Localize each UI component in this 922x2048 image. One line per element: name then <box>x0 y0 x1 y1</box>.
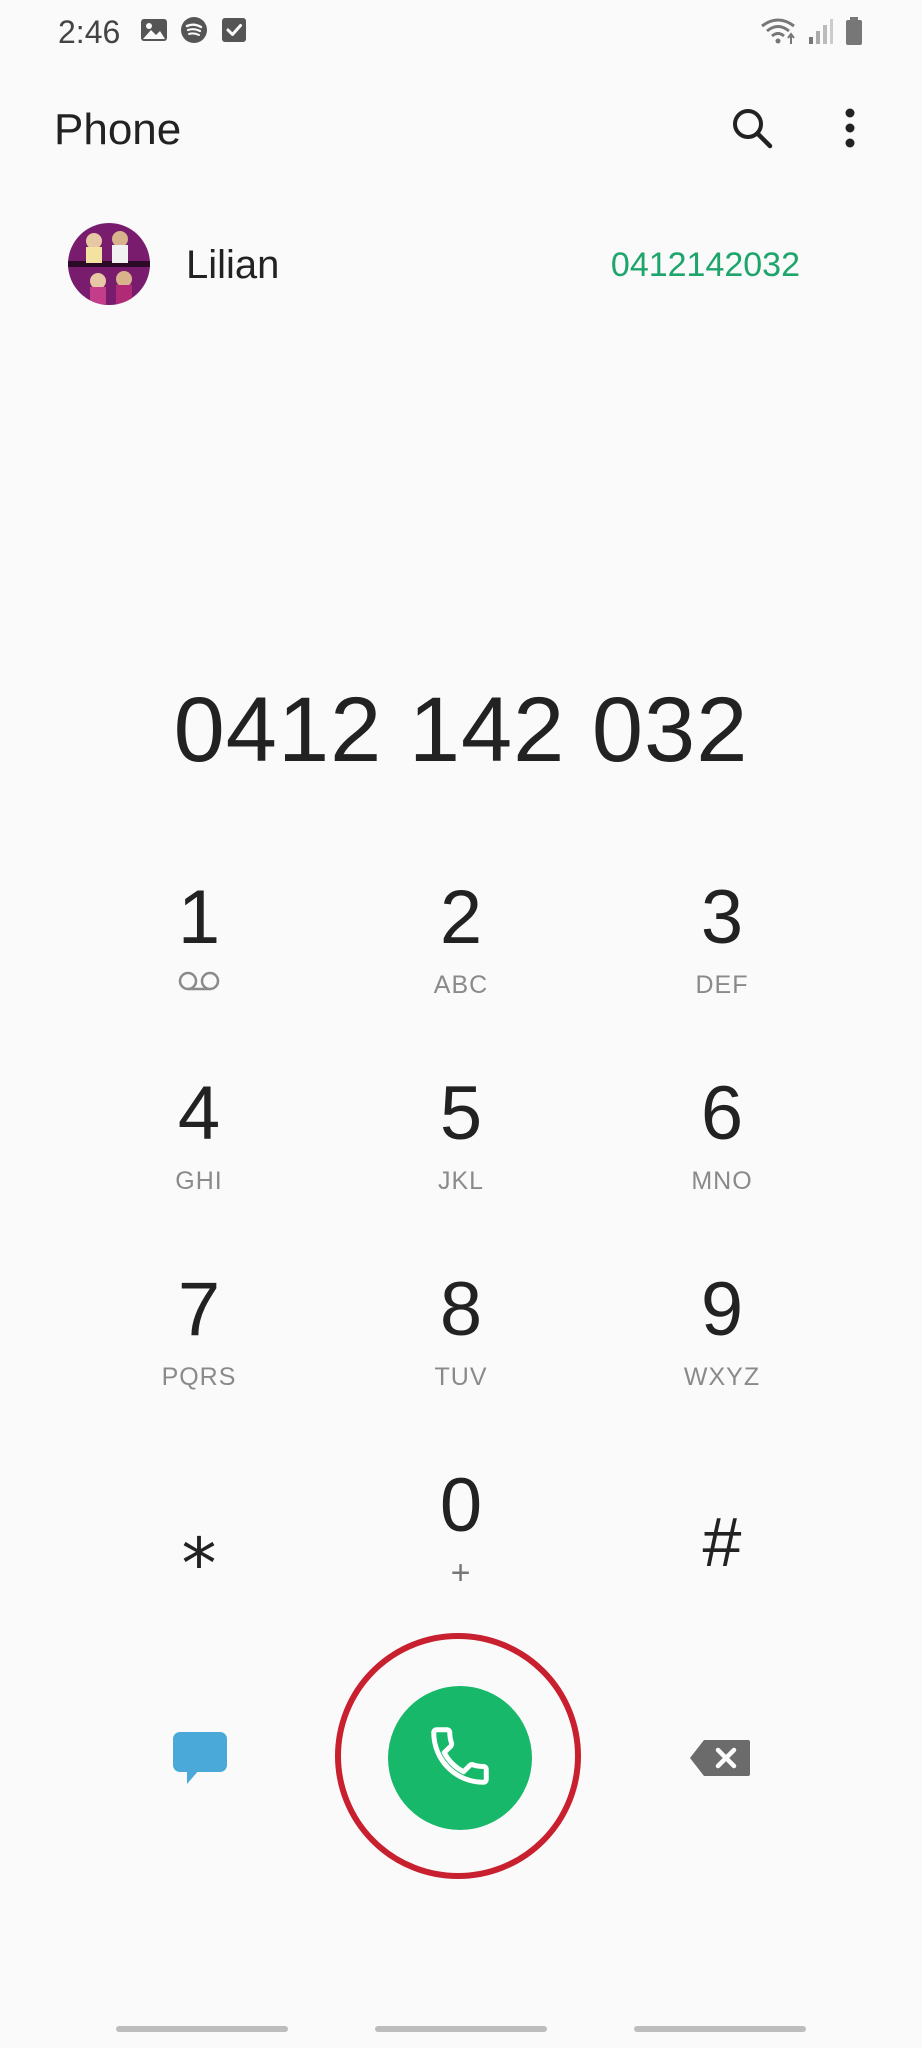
key-digit: # <box>702 1503 742 1581</box>
key-digit: 7 <box>177 1267 221 1352</box>
key-letters: TUV <box>434 1363 488 1391</box>
app-title: Phone <box>54 105 182 154</box>
wifi-icon <box>758 16 798 51</box>
key-2[interactable]: 2 ABC <box>351 860 571 1020</box>
key-digit: 5 <box>439 1071 483 1156</box>
signal-icon <box>808 17 834 50</box>
key-letters: WXYZ <box>683 1363 761 1391</box>
key-digit: ⁎ <box>181 1503 217 1581</box>
more-options-button[interactable] <box>818 98 882 162</box>
key-digit: 8 <box>439 1267 483 1352</box>
key-digit: 1 <box>177 875 221 960</box>
status-time: 2:46 <box>58 14 121 50</box>
nav-bar-left[interactable] <box>116 2026 288 2032</box>
key-digit: 2 <box>439 875 483 960</box>
spotify-icon <box>180 16 208 49</box>
key-8[interactable]: 8 TUV <box>351 1252 571 1412</box>
key-letters: + <box>450 1554 472 1592</box>
search-icon <box>730 106 774 155</box>
nav-bar-right[interactable] <box>634 2026 806 2032</box>
key-3[interactable]: 3 DEF <box>612 860 832 1020</box>
more-options-icon <box>843 106 857 155</box>
phone-icon <box>425 1721 495 1796</box>
status-icons-right <box>758 16 864 51</box>
checkbox-icon <box>220 16 248 49</box>
key-letters: MNO <box>691 1167 753 1195</box>
key-digit: 6 <box>700 1071 744 1156</box>
key-digit: 3 <box>700 875 744 960</box>
dialed-number-display: 0412 142 032 <box>173 679 749 781</box>
status-icons-left <box>140 16 248 49</box>
message-button[interactable] <box>160 1720 240 1800</box>
key-letters: DEF <box>695 971 749 999</box>
contact-name: Lilian <box>186 243 280 287</box>
key-letters: ABC <box>433 971 489 999</box>
contact-number: 0412142032 <box>610 246 800 284</box>
gallery-icon <box>140 16 168 49</box>
key-hash[interactable]: # <box>612 1452 832 1612</box>
key-7[interactable]: 7 PQRS <box>89 1252 309 1412</box>
search-button[interactable] <box>720 98 784 162</box>
backspace-icon <box>688 1738 752 1783</box>
message-icon <box>171 1730 229 1791</box>
key-star[interactable]: ⁎ <box>89 1452 309 1612</box>
key-0[interactable]: 0 + <box>351 1448 571 1608</box>
key-digit: 9 <box>700 1267 744 1352</box>
backspace-button[interactable] <box>680 1720 760 1800</box>
avatar <box>68 223 150 305</box>
key-letters: GHI <box>175 1167 223 1195</box>
key-1[interactable]: 1 <box>89 860 309 1020</box>
key-4[interactable]: 4 GHI <box>89 1056 309 1216</box>
key-digit: 0 <box>439 1463 483 1548</box>
key-letters: PQRS <box>161 1363 237 1391</box>
nav-bar-home[interactable] <box>375 2026 547 2032</box>
key-digit: 4 <box>177 1071 221 1156</box>
key-5[interactable]: 5 JKL <box>351 1056 571 1216</box>
key-letters: JKL <box>437 1167 485 1195</box>
call-button[interactable] <box>388 1686 532 1830</box>
voicemail-icon <box>177 970 221 997</box>
key-6[interactable]: 6 MNO <box>612 1056 832 1216</box>
battery-icon <box>844 16 864 51</box>
key-9[interactable]: 9 WXYZ <box>612 1252 832 1412</box>
